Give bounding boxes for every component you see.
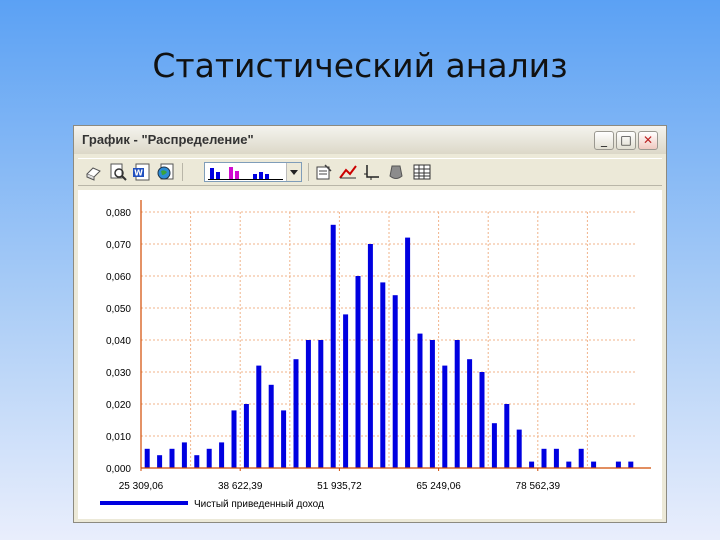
bar[interactable] [231,410,237,468]
chart-type-bars-icon [208,167,283,180]
y-tick-label: 0,010 [106,432,131,443]
minimize-button[interactable]: _ [594,131,614,150]
slide-title: Статистический анализ [152,46,568,85]
bar[interactable] [628,461,634,468]
x-tick-label: 38 622,39 [218,481,263,492]
bar[interactable] [367,244,373,468]
globe-export-icon[interactable] [156,162,176,182]
bar[interactable] [578,448,584,468]
bar[interactable] [281,410,287,468]
bar[interactable] [504,404,510,468]
bar[interactable] [529,461,535,468]
bar[interactable] [491,423,497,468]
bar[interactable] [169,448,175,468]
bar[interactable] [144,448,150,468]
line-style-icon[interactable] [338,162,358,182]
bar[interactable] [615,461,621,468]
bar[interactable] [516,429,522,468]
chart-window: График - "Распределение" _ □ ✕ W 0,000 0… [73,125,667,523]
bar[interactable] [330,224,336,468]
fill-icon[interactable] [386,162,406,182]
table-icon[interactable] [412,162,432,182]
legend-swatch [100,501,188,505]
print-preview-icon[interactable] [84,162,104,182]
y-tick-label: 0,060 [106,272,131,283]
bar[interactable] [318,340,324,468]
y-tick-label: 0,000 [106,464,131,475]
bar[interactable] [355,276,361,468]
svg-text:W: W [134,169,143,178]
bar[interactable] [194,455,200,468]
chevron-down-icon[interactable] [286,163,301,181]
window-title: График - "Распределение" [82,132,254,147]
x-tick-label: 25 309,06 [119,481,164,492]
close-button[interactable]: ✕ [638,131,658,150]
bar[interactable] [479,372,485,468]
window-titlebar[interactable]: График - "Распределение" _ □ ✕ [74,126,666,154]
y-tick-label: 0,040 [106,336,131,347]
toolbar-separator [308,163,309,181]
bar[interactable] [157,455,163,468]
bar[interactable] [467,359,473,468]
bar[interactable] [566,461,572,468]
distribution-chart: 0,000 0,010 0,020 0,030 0,040 0,050 0,060 0,070… [100,200,651,510]
bar[interactable] [293,359,299,468]
word-export-icon[interactable]: W [132,162,152,182]
bar[interactable] [305,340,311,468]
y-tick-label: 0,050 [106,304,131,315]
toolbar-separator [182,163,183,181]
bar[interactable] [243,404,249,468]
plot-area: 0,000 0,010 0,020 0,030 0,040 0,050 0,060 0,070… [78,190,662,519]
bar[interactable] [405,237,411,468]
maximize-button[interactable]: □ [616,131,636,150]
properties-icon[interactable] [314,162,334,182]
bar[interactable] [343,314,349,468]
y-tick-label: 0,020 [106,400,131,411]
bar[interactable] [442,365,448,468]
bar[interactable] [392,295,398,468]
axes-icon[interactable] [362,162,382,182]
bar[interactable] [219,442,225,468]
y-tick-label: 0,030 [106,368,131,379]
bar[interactable] [541,448,547,468]
bar[interactable] [380,282,386,468]
legend-label: Чистый приведенный доход [194,499,324,510]
zoom-icon[interactable] [108,162,128,182]
bar[interactable] [256,365,262,468]
y-tick-label: 0,070 [106,240,131,251]
bar[interactable] [591,461,597,468]
x-tick-label: 65 249,06 [416,481,461,492]
bar[interactable] [417,333,423,468]
chart-toolbar: W [78,158,662,186]
bar[interactable] [454,340,460,468]
bar[interactable] [429,340,435,468]
chart-type-select[interactable] [204,162,302,182]
bar[interactable] [553,448,559,468]
bar[interactable] [268,384,274,468]
x-tick-label: 78 562,39 [516,481,561,492]
y-tick-label: 0,080 [106,208,131,219]
x-tick-label: 51 935,72 [317,481,362,492]
bar[interactable] [181,442,187,468]
bar[interactable] [206,448,212,468]
